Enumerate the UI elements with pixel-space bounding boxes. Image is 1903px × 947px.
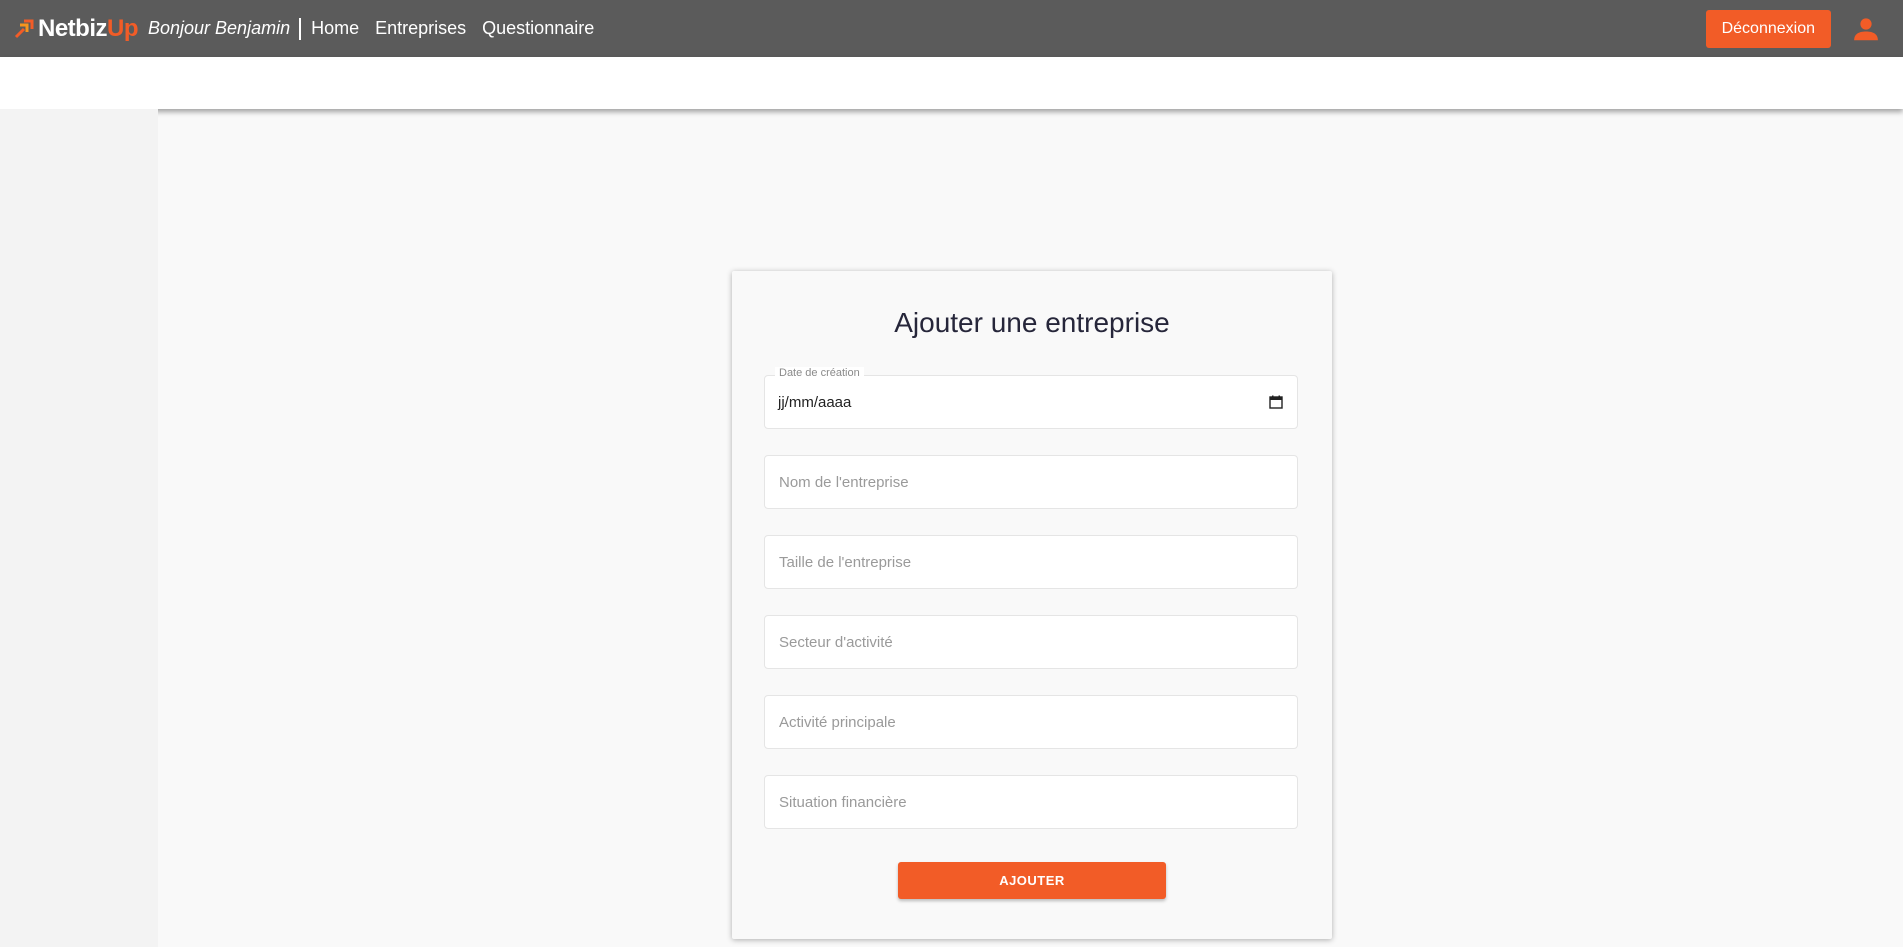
left-panel [0, 109, 158, 947]
main-activity-input[interactable] [765, 696, 1297, 748]
creation-date-field[interactable]: Date de création jj/mm/aaaa [764, 367, 1298, 429]
company-size-field [764, 535, 1298, 589]
creation-date-label: Date de création [775, 367, 864, 379]
top-navbar: Netbiz Up Bonjour Benjamin Home Entrepris… [0, 0, 1903, 57]
financial-situation-input[interactable] [765, 776, 1297, 828]
creation-date-value: jj/mm/aaaa [778, 394, 852, 411]
greeting-text: Bonjour Benjamin [148, 18, 291, 38]
sector-input[interactable] [765, 616, 1297, 668]
user-icon[interactable] [1851, 14, 1881, 44]
financial-situation-field [764, 775, 1298, 829]
arrows-up-right-icon [14, 19, 34, 38]
brand-logo[interactable]: Netbiz Up [13, 14, 139, 43]
secondary-toolbar [0, 57, 1903, 109]
nav-link-questionnaire[interactable]: Questionnaire [482, 18, 594, 39]
sector-field [764, 615, 1298, 669]
nav-link-entreprises[interactable]: Entreprises [375, 18, 466, 39]
calendar-icon[interactable] [1269, 395, 1283, 409]
company-name-field [764, 455, 1298, 509]
main-activity-field [764, 695, 1298, 749]
form-title: Ajouter une entreprise [894, 307, 1170, 338]
brand-name-accent: Up [107, 14, 139, 42]
nav-divider [299, 17, 302, 40]
navbar-actions: Déconnexion [1705, 0, 1903, 57]
nav-link-home[interactable]: Home [311, 18, 359, 39]
brand-name: Netbiz [38, 14, 108, 42]
logout-button[interactable]: Déconnexion [1705, 9, 1831, 48]
company-name-input[interactable] [765, 456, 1297, 508]
add-button[interactable]: AJOUTER [898, 862, 1166, 899]
company-size-input[interactable] [765, 536, 1297, 588]
add-company-card: Ajouter une entreprise Date de création … [732, 271, 1332, 939]
